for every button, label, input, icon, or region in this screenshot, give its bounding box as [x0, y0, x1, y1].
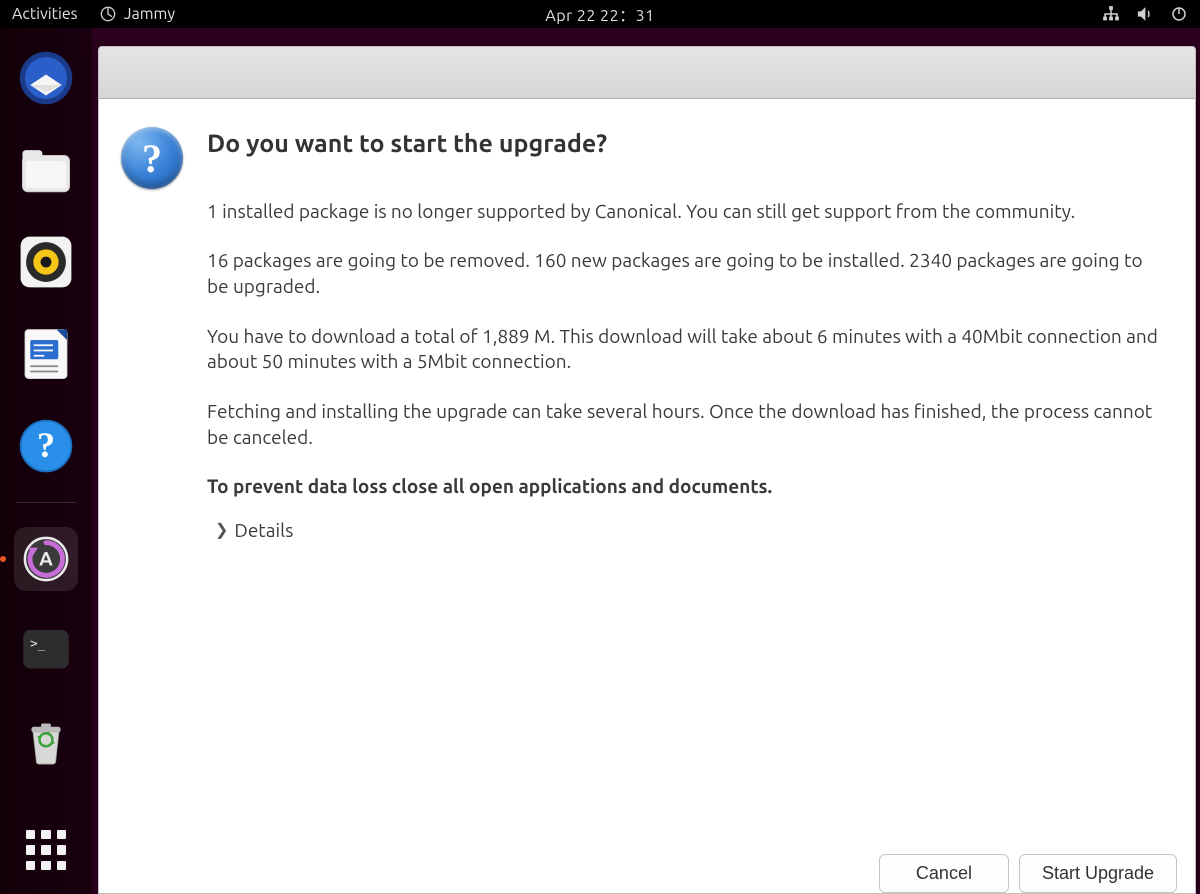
dock-files[interactable] [14, 138, 78, 202]
dialog-actions: Cancel Start Upgrade [99, 844, 1195, 893]
upgrade-dialog: ? Do you want to start the upgrade? 1 in… [98, 46, 1196, 894]
activities-button[interactable]: Activities [12, 5, 78, 23]
dock-help[interactable]: ? [14, 414, 78, 478]
topbar: Activities Jammy Apr 22 22：31 [0, 0, 1200, 28]
topbar-datetime[interactable]: Apr 22 22：31 [545, 2, 654, 26]
volume-icon[interactable] [1136, 5, 1154, 23]
chevron-right-icon: ❯ [215, 520, 228, 542]
topbar-app-name: Jammy [124, 5, 175, 23]
svg-text:?: ? [37, 425, 55, 465]
dock-thunderbird[interactable] [14, 46, 78, 110]
question-icon: ? [121, 127, 183, 189]
dialog-warning: To prevent data loss close all open appl… [207, 474, 1165, 500]
dock-software-updater[interactable]: A [14, 527, 78, 591]
dock-trash[interactable] [14, 711, 78, 775]
dock-terminal[interactable]: >_ [14, 619, 78, 683]
power-icon[interactable] [1170, 5, 1188, 23]
app-menu-icon [100, 6, 116, 22]
svg-text:A: A [39, 548, 53, 570]
dialog-titlebar[interactable] [99, 47, 1195, 99]
topbar-current-app[interactable]: Jammy [100, 5, 175, 23]
dock-libreoffice-writer[interactable] [14, 322, 78, 386]
dialog-para-3: You have to download a total of 1,889 M.… [207, 324, 1165, 375]
details-expander[interactable]: ❯ Details [215, 518, 1165, 544]
dock-divider [16, 502, 76, 503]
start-upgrade-button[interactable]: Start Upgrade [1019, 854, 1177, 893]
dock: ? A >_ [0, 28, 92, 894]
dialog-para-4: Fetching and installing the upgrade can … [207, 399, 1165, 450]
dialog-para-1: 1 installed package is no longer support… [207, 199, 1165, 225]
dialog-title: Do you want to start the upgrade? [207, 127, 1165, 161]
dock-rhythmbox[interactable] [14, 230, 78, 294]
cancel-button[interactable]: Cancel [879, 854, 1009, 893]
dialog-para-2: 16 packages are going to be removed. 160… [207, 248, 1165, 299]
show-applications-button[interactable] [26, 830, 66, 870]
svg-text:>_: >_ [30, 637, 45, 651]
network-icon[interactable] [1102, 5, 1120, 23]
details-label: Details [234, 518, 293, 544]
